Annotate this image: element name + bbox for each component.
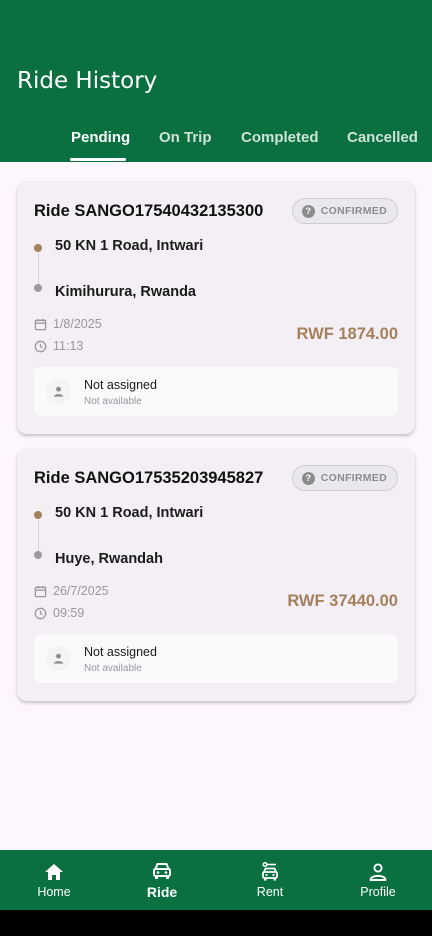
clock-icon — [34, 607, 47, 619]
dropoff-dot-icon — [34, 551, 42, 559]
nav-home[interactable]: Home — [0, 850, 108, 910]
ride-price: RWF 37440.00 — [287, 592, 398, 610]
avatar — [46, 379, 71, 404]
ride-status-tabs: Pending On Trip Completed Cancelled — [0, 126, 432, 162]
tab-on-trip[interactable]: On Trip — [159, 129, 212, 146]
date-text: 1/8/2025 — [53, 317, 102, 331]
driver-name: Not assigned — [84, 378, 157, 392]
time-text: 09:59 — [53, 606, 85, 620]
pickup-dot-icon — [34, 244, 42, 252]
nav-home-label: Home — [37, 885, 71, 899]
help-icon: ? — [301, 204, 315, 218]
date-text: 26/7/2025 — [53, 584, 109, 598]
nav-profile-label: Profile — [360, 885, 396, 899]
ride-date: 26/7/2025 — [34, 584, 109, 598]
dropoff-address: Kimihurura, Rwanda — [55, 284, 196, 300]
avatar — [46, 646, 71, 671]
status-badge: ? CONFIRMED — [291, 198, 398, 224]
status-badge: ? CONFIRMED — [291, 465, 398, 491]
driver-availability: Not available — [84, 663, 142, 674]
calendar-icon — [34, 318, 47, 330]
ride-card[interactable]: Ride SANGO17540432135300 ? CONFIRMED 50 … — [17, 181, 415, 434]
nav-rent[interactable]: Rent — [216, 850, 324, 910]
system-navigation-bar — [0, 910, 432, 936]
rent-car-icon — [259, 861, 281, 883]
tab-cancelled[interactable]: Cancelled — [347, 129, 418, 146]
person-icon — [53, 386, 64, 397]
clock-icon — [34, 340, 47, 352]
status-text: CONFIRMED — [320, 205, 387, 217]
page-title: Ride History — [17, 68, 158, 94]
time-text: 11:13 — [53, 339, 84, 353]
status-text: CONFIRMED — [320, 472, 387, 484]
bottom-navigation: Home Ride Rent Profile — [0, 850, 432, 910]
driver-availability: Not available — [84, 396, 142, 407]
active-tab-indicator — [70, 158, 126, 161]
driver-name: Not assigned — [84, 645, 157, 659]
nav-profile[interactable]: Profile — [324, 850, 432, 910]
dropoff-address: Huye, Rwandah — [55, 551, 163, 567]
ride-time: 09:59 — [34, 606, 84, 620]
ride-card[interactable]: Ride SANGO17535203945827 ? CONFIRMED 50 … — [17, 448, 415, 701]
route-line — [37, 253, 39, 286]
nav-rent-label: Rent — [256, 885, 284, 899]
nav-ride-label: Ride — [146, 884, 178, 900]
pickup-dot-icon — [34, 511, 42, 519]
help-icon: ? — [301, 471, 315, 485]
ride-id: Ride SANGO17535203945827 — [34, 469, 264, 487]
person-icon — [53, 653, 64, 664]
tab-pending[interactable]: Pending — [71, 129, 130, 146]
route-line — [37, 520, 39, 553]
calendar-icon — [34, 585, 47, 597]
tab-completed[interactable]: Completed — [241, 129, 319, 146]
ride-id: Ride SANGO17540432135300 — [34, 202, 264, 220]
car-icon — [151, 860, 173, 882]
home-icon — [43, 861, 65, 883]
person-icon — [367, 861, 389, 883]
driver-info: Not assigned Not available — [34, 367, 398, 416]
pickup-address: 50 KN 1 Road, Intwari — [55, 505, 204, 521]
pickup-address: 50 KN 1 Road, Intwari — [55, 238, 204, 254]
ride-date: 1/8/2025 — [34, 317, 102, 331]
app-bar: Ride History Pending On Trip Completed C… — [0, 0, 432, 162]
ride-price: RWF 1874.00 — [296, 325, 399, 343]
nav-ride[interactable]: Ride — [108, 850, 216, 910]
driver-info: Not assigned Not available — [34, 634, 398, 683]
dropoff-dot-icon — [34, 284, 42, 292]
ride-time: 11:13 — [34, 339, 83, 353]
